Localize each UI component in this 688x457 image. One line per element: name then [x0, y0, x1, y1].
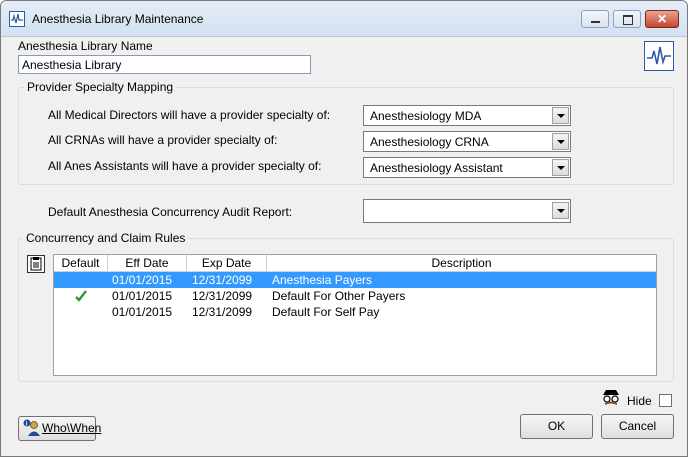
close-button[interactable]: ✕	[645, 10, 679, 28]
provider-specialty-group-title: Provider Specialty Mapping	[24, 80, 177, 94]
table-row[interactable]: 01/01/2015 12/31/2099 Default For Other …	[54, 288, 656, 304]
eff-date-cell: 01/01/2015	[112, 289, 173, 303]
ok-label: OK	[547, 419, 566, 433]
chevron-down-icon[interactable]	[552, 107, 569, 124]
info-person-icon: i	[23, 419, 41, 437]
medical-director-specialty-select[interactable]: Anesthesiology MDA	[363, 105, 571, 126]
table-row[interactable]: 01/01/2015 12/31/2099 Anesthesia Payers	[54, 272, 656, 288]
exp-date-cell: 12/31/2099	[192, 305, 253, 319]
ekg-icon	[9, 11, 25, 27]
who-when-label: Who\When	[42, 421, 102, 435]
checkmark-icon	[74, 289, 88, 303]
window-title: Anesthesia Library Maintenance	[32, 12, 204, 26]
rules-table[interactable]: Default Eff Date Exp Date Description 01…	[53, 254, 657, 376]
hide-label: Hide	[627, 394, 652, 408]
chevron-down-icon[interactable]	[552, 202, 569, 219]
rules-table-header: Default Eff Date Exp Date Description	[54, 255, 656, 272]
column-header-eff-date[interactable]: Eff Date	[108, 255, 187, 272]
notes-icon[interactable]	[27, 255, 45, 273]
anes-assistant-label: All Anes Assistants will have a provider…	[48, 159, 322, 173]
cancel-button[interactable]: Cancel	[601, 414, 674, 439]
title-bar[interactable]: Anesthesia Library Maintenance ✕	[1, 1, 687, 37]
anes-assistant-specialty-select[interactable]: Anesthesiology Assistant	[363, 157, 571, 178]
select-value: Anesthesiology MDA	[370, 109, 482, 123]
cancel-label: Cancel	[618, 419, 657, 433]
main-window: Anesthesia Library Maintenance ✕ Anesthe…	[0, 0, 688, 457]
chevron-down-icon[interactable]	[552, 159, 569, 176]
maximize-button[interactable]	[613, 10, 641, 28]
hide-checkbox[interactable]	[659, 394, 672, 407]
chevron-down-icon[interactable]	[552, 133, 569, 150]
crna-label: All CRNAs will have a provider specialty…	[48, 133, 278, 147]
exp-date-cell: 12/31/2099	[192, 289, 253, 303]
select-value: Anesthesiology CRNA	[370, 135, 489, 149]
column-header-exp-date[interactable]: Exp Date	[187, 255, 267, 272]
rules-group-title: Concurrency and Claim Rules	[23, 231, 189, 245]
column-header-description[interactable]: Description	[267, 255, 656, 272]
close-icon: ✕	[656, 12, 668, 26]
crna-specialty-select[interactable]: Anesthesiology CRNA	[363, 131, 571, 152]
eff-date-cell: 01/01/2015	[112, 305, 173, 319]
who-when-button[interactable]: i Who\When	[18, 416, 101, 441]
ekg-icon[interactable]	[644, 41, 674, 71]
minimize-button[interactable]	[581, 10, 609, 28]
description-cell: Default For Other Payers	[272, 289, 406, 303]
audit-report-label: Default Anesthesia Concurrency Audit Rep…	[48, 205, 293, 219]
library-name-input[interactable]	[18, 55, 311, 74]
exp-date-cell: 12/31/2099	[192, 273, 253, 287]
audit-report-select[interactable]	[363, 199, 571, 223]
eff-date-cell: 01/01/2015	[112, 273, 173, 287]
column-header-default[interactable]: Default	[54, 255, 108, 272]
ok-button[interactable]: OK	[520, 414, 593, 439]
spy-icon	[599, 389, 623, 407]
medical-director-label: All Medical Directors will have a provid…	[48, 108, 331, 122]
library-name-label: Anesthesia Library Name	[18, 39, 153, 53]
description-cell: Anesthesia Payers	[272, 273, 373, 287]
table-row[interactable]: 01/01/2015 12/31/2099 Default For Self P…	[54, 304, 656, 320]
description-cell: Default For Self Pay	[272, 305, 380, 319]
select-value: Anesthesiology Assistant	[370, 161, 503, 175]
